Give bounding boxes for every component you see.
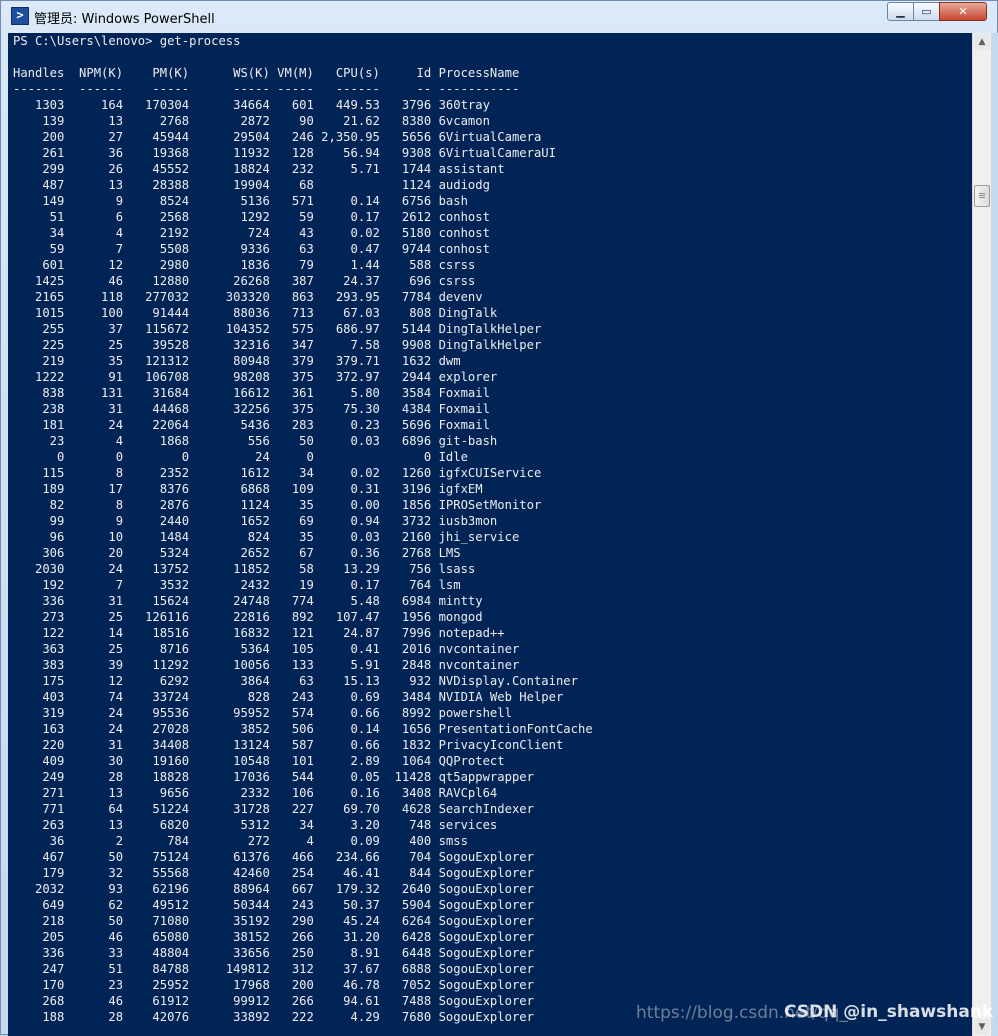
table-row: 601 12 2980 1836 79 1.44 588 csrss	[13, 258, 476, 272]
maximize-button[interactable]: ▭	[913, 2, 940, 21]
table-row: 649 62 49512 50344 243 50.37 5904 SogouE…	[13, 898, 534, 912]
scroll-up-icon[interactable]: ▲	[974, 34, 990, 50]
table-row: 1015 100 91444 88036 713 67.03 808 DingT…	[13, 306, 498, 320]
table-row: 238 31 44468 32256 375 75.30 4384 Foxmai…	[13, 402, 490, 416]
maximize-icon: ▭	[921, 5, 932, 18]
window-frame-right	[991, 33, 998, 1036]
table-row: 363 25 8716 5364 105 0.41 2016 nvcontain…	[13, 642, 520, 656]
table-row: 36 2 784 272 4 0.09 400 smss	[13, 834, 468, 848]
powershell-window: > 管理员: Windows PowerShell ▁ ▭ ✕ PS C:\Us…	[0, 0, 998, 1036]
table-row: 299 26 45552 18824 232 5.71 1744 assista…	[13, 162, 505, 176]
table-row: 219 35 121312 80948 379 379.71 1632 dwm	[13, 354, 461, 368]
table-row: 149 9 8524 5136 571 0.14 6756 bash	[13, 194, 468, 208]
powershell-icon[interactable]: >	[11, 7, 29, 25]
table-row: 34 4 2192 724 43 0.02 5180 conhost	[13, 226, 490, 240]
table-row: 205 46 65080 38152 266 31.20 6428 SogouE…	[13, 930, 534, 944]
watermark-brand: CSDN @in_shawshank	[784, 1002, 994, 1022]
command-prompt: PS C:\Users\lenovo> get-process	[13, 34, 241, 48]
table-header: Handles NPM(K) PM(K) WS(K) VM(M) CPU(s) …	[13, 66, 520, 80]
table-row: 261 36 19368 11932 128 56.94 9308 6Virtu…	[13, 146, 556, 160]
window-title: 管理员: Windows PowerShell	[34, 12, 215, 27]
table-row: 247 51 84788 149812 312 37.67 6888 Sogou…	[13, 962, 534, 976]
table-row: 179 32 55568 42460 254 46.41 844 SogouEx…	[13, 866, 534, 880]
table-row: 51 6 2568 1292 59 0.17 2612 conhost	[13, 210, 490, 224]
table-row: 2030 24 13752 11852 58 13.29 756 lsass	[13, 562, 476, 576]
table-row: 2032 93 62196 88964 667 179.32 2640 Sogo…	[13, 882, 534, 896]
process-table: 1303 164 170304 34664 601 449.53 3796 36…	[8, 97, 972, 1025]
table-separator: ------- ------ ----- ----- ----- ------ …	[13, 82, 520, 96]
table-row: 771 64 51224 31728 227 69.70 4628 Search…	[13, 802, 534, 816]
table-row: 192 7 3532 2432 19 0.17 764 lsm	[13, 578, 461, 592]
table-row: 319 24 95536 95952 574 0.66 8992 powersh…	[13, 706, 512, 720]
table-row: 225 25 39528 32316 347 7.58 9908 DingTal…	[13, 338, 542, 352]
minimize-icon: ▁	[896, 5, 905, 18]
table-row: 218 50 71080 35192 290 45.24 6264 SogouE…	[13, 914, 534, 928]
table-row: 1303 164 170304 34664 601 449.53 3796 36…	[13, 98, 490, 112]
table-row: 487 13 28388 19904 68 1124 audiodg	[13, 178, 490, 192]
minimize-button[interactable]: ▁	[887, 2, 914, 21]
table-row: 175 12 6292 3864 63 15.13 932 NVDisplay.…	[13, 674, 578, 688]
console-output[interactable]: PS C:\Users\lenovo> get-process Handles …	[8, 33, 972, 1036]
table-row: 1425 46 12880 26268 387 24.37 696 csrss	[13, 274, 476, 288]
table-row: 189 17 8376 6868 109 0.31 3196 igfxEM	[13, 482, 483, 496]
table-row: 263 13 6820 5312 34 3.20 748 services	[13, 818, 498, 832]
table-row: 336 31 15624 24748 774 5.48 6984 mintty	[13, 594, 483, 608]
table-row: 170 23 25952 17968 200 46.78 7052 SogouE…	[13, 978, 534, 992]
table-row: 96 10 1484 824 35 0.03 2160 jhi_service	[13, 530, 520, 544]
table-row: 163 24 27028 3852 506 0.14 1656 Presenta…	[13, 722, 593, 736]
table-row: 99 9 2440 1652 69 0.94 3732 iusb3mon	[13, 514, 498, 528]
vertical-scrollbar[interactable]: ▲ ▼	[972, 33, 991, 1036]
close-button[interactable]: ✕	[939, 2, 987, 21]
table-row: 403 74 33724 828 243 0.69 3484 NVIDIA We…	[13, 690, 564, 704]
table-row: 336 33 48804 33656 250 8.91 6448 SogouEx…	[13, 946, 534, 960]
table-row: 467 50 75124 61376 466 234.66 704 SogouE…	[13, 850, 534, 864]
table-row: 220 31 34408 13124 587 0.66 1832 Privacy…	[13, 738, 564, 752]
table-row: 0 0 0 24 0 0 Idle	[13, 450, 468, 464]
table-row: 255 37 115672 104352 575 686.97 5144 Din…	[13, 322, 542, 336]
table-row: 181 24 22064 5436 283 0.23 5696 Foxmail	[13, 418, 490, 432]
close-icon: ✕	[958, 5, 968, 18]
table-row: 838 131 31684 16612 361 5.80 3584 Foxmai…	[13, 386, 490, 400]
table-row: 2165 118 277032 303320 863 293.95 7784 d…	[13, 290, 483, 304]
table-row: 273 25 126116 22816 892 107.47 1956 mong…	[13, 610, 483, 624]
table-row: 383 39 11292 10056 133 5.91 2848 nvconta…	[13, 658, 520, 672]
scrollbar-thumb[interactable]	[974, 185, 990, 207]
table-row: 115 8 2352 1612 34 0.02 1260 igfxCUIServ…	[13, 466, 542, 480]
table-row: 139 13 2768 2872 90 21.62 8380 6vcamon	[13, 114, 490, 128]
table-row: 306 20 5324 2652 67 0.36 2768 LMS	[13, 546, 461, 560]
table-row: 200 27 45944 29504 246 2,350.95 5656 6Vi…	[13, 130, 542, 144]
table-row: 409 30 19160 10548 101 2.89 1064 QQProte…	[13, 754, 505, 768]
table-row: 271 13 9656 2332 106 0.16 3408 RAVCpl64	[13, 786, 498, 800]
table-row: 249 28 18828 17036 544 0.05 11428 qt5app…	[13, 770, 534, 784]
table-row: 82 8 2876 1124 35 0.00 1856 IPROSetMonit…	[13, 498, 542, 512]
table-row: 122 14 18516 16832 121 24.87 7996 notepa…	[13, 626, 505, 640]
table-row: 1222 91 106708 98208 375 372.97 2944 exp…	[13, 370, 498, 384]
table-row: 23 4 1868 556 50 0.03 6896 git-bash	[13, 434, 498, 448]
table-row: 59 7 5508 9336 63 0.47 9744 conhost	[13, 242, 490, 256]
title-bar[interactable]: > 管理员: Windows PowerShell ▁ ▭ ✕	[1, 1, 997, 32]
